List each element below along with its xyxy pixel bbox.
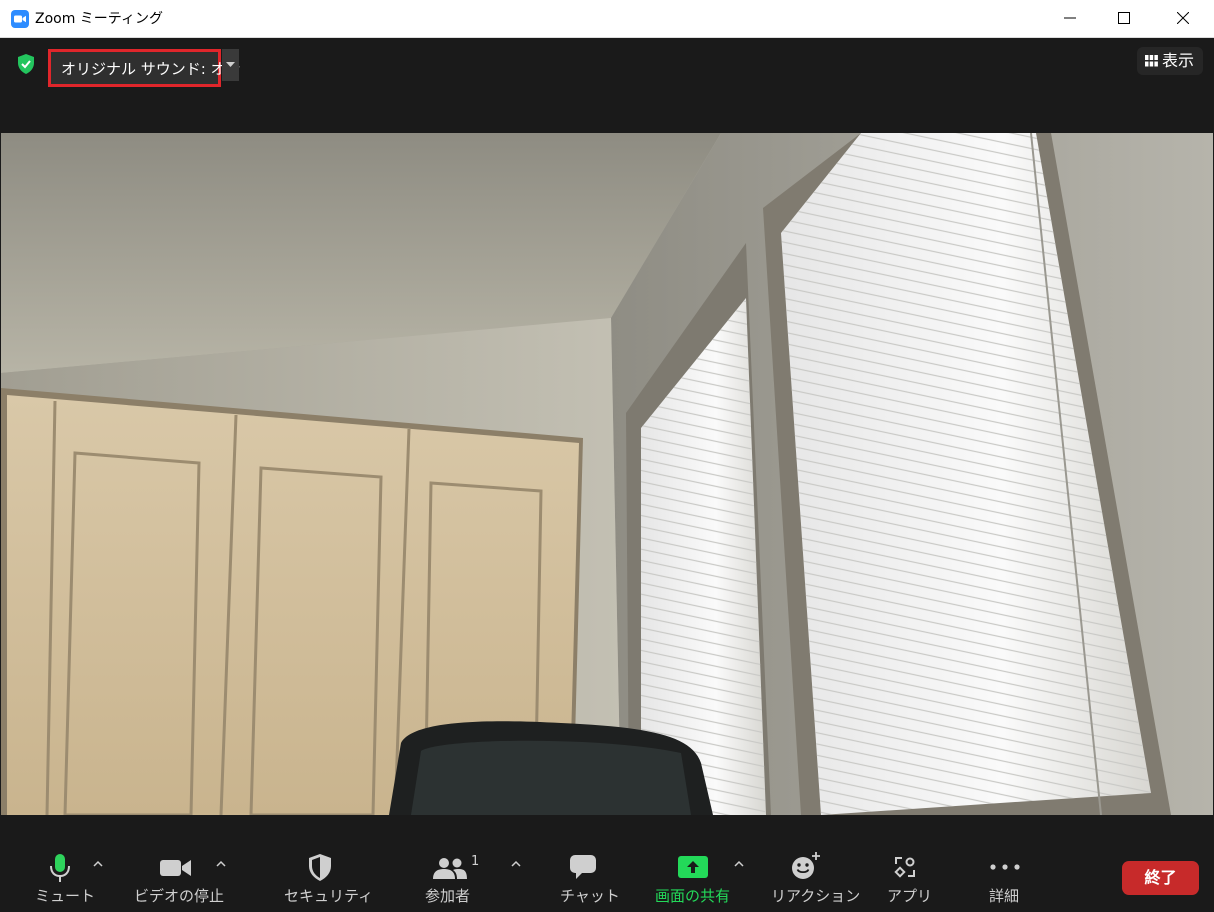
mute-button[interactable]: ミュート bbox=[33, 846, 96, 912]
close-button[interactable] bbox=[1151, 0, 1214, 37]
participants-icon bbox=[433, 858, 467, 879]
meeting-toolbar: ミュート ビデオの停止 セキュリティ 1 参加者 チャット 画面の共有 リアクシ… bbox=[1, 846, 1213, 912]
smiley-reaction-icon bbox=[792, 852, 820, 879]
chat-button[interactable]: チャット bbox=[558, 846, 620, 912]
room-camera-image bbox=[1, 133, 1213, 815]
original-sound-dropdown[interactable] bbox=[222, 49, 239, 81]
meeting-window: オリジナル サウンド: オン 表示 ミュート ビデオの停止 セキュリティ 1 参… bbox=[1, 38, 1213, 912]
close-icon bbox=[1177, 12, 1189, 24]
video-camera-icon bbox=[160, 860, 191, 876]
participants-options-chevron-up-icon[interactable] bbox=[511, 860, 521, 867]
apps-label: アプリ bbox=[887, 887, 933, 905]
more-label: 詳細 bbox=[989, 887, 1020, 905]
participants-button[interactable]: 1 参加者 bbox=[425, 846, 489, 912]
apps-icon bbox=[894, 857, 915, 878]
stop-video-label: ビデオの停止 bbox=[134, 887, 225, 905]
audio-options-chevron-up-icon[interactable] bbox=[93, 860, 103, 867]
original-sound-label: オリジナル サウンド: オン bbox=[61, 60, 241, 78]
maximize-button[interactable] bbox=[1097, 0, 1151, 37]
more-button[interactable]: 詳細 bbox=[987, 846, 1027, 912]
security-label: セキュリティ bbox=[284, 887, 374, 905]
meeting-top-bar: オリジナル サウンド: オン 表示 bbox=[1, 38, 1213, 133]
participants-label: 参加者 bbox=[425, 887, 471, 905]
minimize-icon bbox=[1064, 17, 1076, 19]
chevron-down-icon bbox=[226, 62, 235, 67]
video-feed bbox=[1, 133, 1213, 815]
window-title: Zoom ミーティング bbox=[35, 11, 163, 27]
encryption-shield-icon[interactable] bbox=[17, 54, 35, 74]
mute-label: ミュート bbox=[35, 887, 96, 905]
original-sound-button[interactable]: オリジナル サウンド: オン bbox=[48, 49, 241, 87]
window-title-bar: Zoom ミーティング bbox=[0, 0, 1214, 38]
chat-bubble-icon bbox=[570, 855, 596, 879]
view-button[interactable]: 表示 bbox=[1137, 47, 1203, 75]
reactions-button[interactable]: リアクション bbox=[769, 846, 860, 912]
grid-view-icon bbox=[1145, 55, 1158, 67]
end-meeting-label: 終了 bbox=[1144, 868, 1177, 887]
participants-count-badge: 1 bbox=[471, 854, 480, 869]
end-meeting-button[interactable]: 終了 bbox=[1122, 861, 1199, 895]
zoom-app-icon bbox=[11, 10, 29, 28]
microphone-icon bbox=[50, 854, 70, 882]
share-options-chevron-up-icon[interactable] bbox=[734, 860, 744, 867]
view-label: 表示 bbox=[1162, 51, 1195, 70]
chat-label: チャット bbox=[560, 887, 620, 905]
maximize-icon bbox=[1118, 12, 1130, 24]
reactions-label: リアクション bbox=[771, 887, 861, 905]
security-shield-icon bbox=[309, 854, 331, 881]
share-screen-label: 画面の共有 bbox=[655, 887, 731, 905]
minimize-button[interactable] bbox=[1043, 0, 1097, 37]
stop-video-button[interactable]: ビデオの停止 bbox=[133, 846, 225, 912]
video-options-chevron-up-icon[interactable] bbox=[216, 860, 226, 867]
share-screen-button[interactable]: 画面の共有 bbox=[654, 846, 736, 912]
more-dots-icon bbox=[990, 864, 1020, 870]
apps-button[interactable]: アプリ bbox=[885, 846, 933, 912]
security-button[interactable]: セキュリティ bbox=[283, 846, 373, 912]
share-screen-icon bbox=[678, 856, 708, 878]
